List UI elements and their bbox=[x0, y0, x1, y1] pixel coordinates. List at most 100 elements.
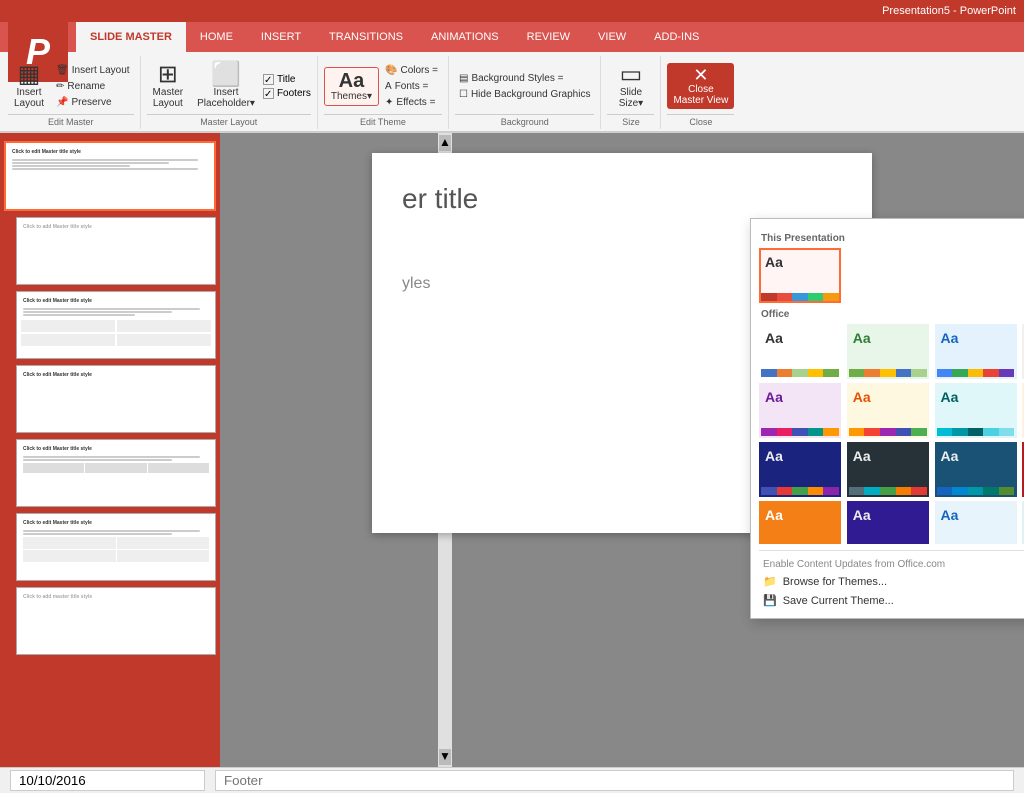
slide-size-icon: ▭ bbox=[620, 63, 643, 87]
group-edit-master: ▦ InsertLayout 🗑 Insert Layout ✏ Rename … bbox=[2, 56, 141, 129]
theme-office11[interactable]: Aa bbox=[935, 442, 1017, 497]
group-close-label: Close bbox=[667, 114, 734, 127]
ribbon-tabs: P SLIDE MASTER HOME INSERT TRANSITIONS A… bbox=[0, 22, 1024, 52]
preserve-icon: 📌 bbox=[56, 97, 68, 108]
group-edit-master-label: Edit Master bbox=[8, 114, 134, 127]
background-styles-button[interactable]: ▤ Background Styles = bbox=[455, 71, 594, 86]
save-theme-icon: 💾 bbox=[763, 594, 777, 607]
tab-home[interactable]: HOME bbox=[186, 22, 247, 52]
theme-office1[interactable]: Aa bbox=[759, 324, 841, 379]
theme-current[interactable]: Aa bbox=[759, 248, 841, 303]
group-master-layout-label: Master Layout bbox=[147, 114, 311, 127]
slide-thumb-6[interactable]: Click to edit Master title style bbox=[16, 513, 216, 581]
themes-icon: Aa bbox=[339, 71, 365, 91]
browse-themes-icon: 📁 bbox=[763, 575, 777, 588]
group-edit-theme: Aa Themes▾ 🎨 Colors = A Fonts = ✦ Effect… bbox=[318, 56, 449, 129]
slide-thumb-7[interactable]: Click to add master title style bbox=[16, 587, 216, 655]
hide-background-button[interactable]: ☐ Hide Background Graphics bbox=[455, 87, 594, 102]
slide-thumb-3[interactable]: Click to edit Master title style bbox=[16, 291, 216, 359]
group-edit-theme-label: Edit Theme bbox=[324, 114, 442, 127]
preserve-button[interactable]: 📌 Preserve bbox=[52, 95, 134, 110]
this-presentation-grid: Aa bbox=[759, 248, 1024, 303]
themes-dropdown: This Presentation Aa Office bbox=[750, 218, 1024, 619]
content-area: ▲ ▼ er title yles This Presentation Aa bbox=[220, 133, 1024, 767]
footer-field[interactable] bbox=[215, 770, 1014, 791]
slide-thumb-2[interactable]: Click to add Master title style bbox=[16, 217, 216, 285]
close-master-view-button[interactable]: ✕ CloseMaster View bbox=[667, 63, 734, 109]
fonts-button[interactable]: A Fonts = bbox=[381, 79, 442, 94]
ribbon-content: ▦ InsertLayout 🗑 Insert Layout ✏ Rename … bbox=[0, 52, 1024, 132]
insert-layout-button[interactable]: ▦ InsertLayout bbox=[8, 60, 50, 112]
slide-title-text: er title bbox=[402, 183, 478, 214]
slide-thumb-5[interactable]: Click to edit Master title style bbox=[16, 439, 216, 507]
status-bar bbox=[0, 767, 1024, 793]
scroll-down-button[interactable]: ▼ bbox=[439, 749, 451, 765]
office-themes-label: Office bbox=[761, 309, 1024, 320]
slide-thumb-1[interactable]: Click to edit Master title style bbox=[4, 141, 216, 211]
scroll-up-button[interactable]: ▲ bbox=[439, 135, 451, 151]
tab-slide-master[interactable]: SLIDE MASTER bbox=[76, 22, 186, 52]
theme-office3[interactable]: Aa bbox=[935, 324, 1017, 379]
tab-add-ins[interactable]: ADD-INS bbox=[640, 22, 713, 52]
themes-button[interactable]: Aa Themes▾ bbox=[324, 67, 379, 106]
browse-themes-label: Browse for Themes... bbox=[783, 576, 887, 588]
tab-animations[interactable]: ANIMATIONS bbox=[417, 22, 513, 52]
master-layout-button[interactable]: ⊞ MasterLayout bbox=[147, 60, 190, 112]
theme-office9[interactable]: Aa bbox=[759, 442, 841, 497]
main-layout: Click to edit Master title style Click t… bbox=[0, 133, 1024, 767]
date-field[interactable] bbox=[10, 770, 205, 791]
insert-layout-icon: ▦ bbox=[18, 63, 41, 87]
effects-button[interactable]: ✦ Effects = bbox=[381, 95, 442, 110]
theme-office14[interactable]: Aa bbox=[847, 501, 929, 544]
hide-background-icon: ☐ bbox=[459, 89, 468, 100]
group-background: ▤ Background Styles = ☐ Hide Background … bbox=[449, 56, 601, 129]
delete-icon: 🗑 bbox=[56, 65, 69, 76]
slide-size-button[interactable]: ▭ SlideSize▾ bbox=[611, 60, 651, 112]
group-size-label: Size bbox=[607, 114, 654, 127]
this-presentation-label: This Presentation bbox=[761, 233, 1024, 244]
rename-button[interactable]: ✏ Rename bbox=[52, 79, 134, 94]
colors-button[interactable]: 🎨 Colors = bbox=[381, 63, 442, 78]
office-themes-row-1: Aa Aa bbox=[759, 324, 1024, 379]
footers-checkbox[interactable]: ✓ bbox=[263, 88, 274, 99]
office-themes-row-3: Aa Aa bbox=[759, 442, 1024, 497]
title-checkbox[interactable]: ✓ bbox=[263, 74, 274, 85]
tab-view[interactable]: VIEW bbox=[584, 22, 640, 52]
insert-placeholder-button[interactable]: ⬜ InsertPlaceholder▾ bbox=[191, 60, 261, 112]
rename-icon: ✏ bbox=[56, 81, 64, 92]
office-themes-scroll[interactable]: Aa Aa bbox=[759, 324, 1024, 544]
insert-placeholder-icon: ⬜ bbox=[211, 63, 241, 87]
theme-office13[interactable]: Aa bbox=[759, 501, 841, 544]
slide-thumb-4[interactable]: Click to edit Master title style bbox=[16, 365, 216, 433]
slide-title: er title bbox=[402, 183, 842, 215]
office-themes-row-2: Aa Aa bbox=[759, 383, 1024, 438]
tab-transitions[interactable]: TRANSITIONS bbox=[315, 22, 417, 52]
group-size: ▭ SlideSize▾ Size bbox=[601, 56, 661, 129]
colors-icon: 🎨 bbox=[385, 65, 397, 76]
browse-themes-button[interactable]: 📁 Browse for Themes... bbox=[759, 572, 1024, 591]
slide-subtitle-text: yles bbox=[402, 275, 430, 292]
theme-office10[interactable]: Aa bbox=[847, 442, 929, 497]
group-master-layout: ⊞ MasterLayout ⬜ InsertPlaceholder▾ ✓ Ti… bbox=[141, 56, 318, 129]
office-themes-row-4: Aa Aa bbox=[759, 501, 1024, 544]
save-current-theme-button[interactable]: 💾 Save Current Theme... bbox=[759, 591, 1024, 610]
themes-divider bbox=[759, 550, 1024, 551]
tab-insert[interactable]: INSERT bbox=[247, 22, 315, 52]
theme-office5[interactable]: Aa bbox=[759, 383, 841, 438]
effects-icon: ✦ bbox=[385, 97, 393, 108]
delete-button[interactable]: 🗑 Insert Layout bbox=[52, 63, 134, 78]
close-master-icon: ✕ bbox=[693, 66, 708, 84]
title-checkbox-item[interactable]: ✓ Title bbox=[263, 73, 311, 86]
title-bar: Presentation5 - PowerPoint bbox=[0, 0, 1024, 22]
window-title: Presentation5 - PowerPoint bbox=[882, 5, 1016, 17]
theme-office7[interactable]: Aa bbox=[935, 383, 1017, 438]
fonts-icon: A bbox=[385, 81, 392, 92]
theme-office15[interactable]: Aa bbox=[935, 501, 1017, 544]
master-layout-icon: ⊞ bbox=[158, 63, 178, 87]
theme-office2[interactable]: Aa bbox=[847, 324, 929, 379]
tab-review[interactable]: REVIEW bbox=[513, 22, 584, 52]
sidebar[interactable]: Click to edit Master title style Click t… bbox=[0, 133, 220, 767]
theme-office6[interactable]: Aa bbox=[847, 383, 929, 438]
background-styles-icon: ▤ bbox=[459, 73, 468, 84]
footers-checkbox-item[interactable]: ✓ Footers bbox=[263, 87, 311, 100]
